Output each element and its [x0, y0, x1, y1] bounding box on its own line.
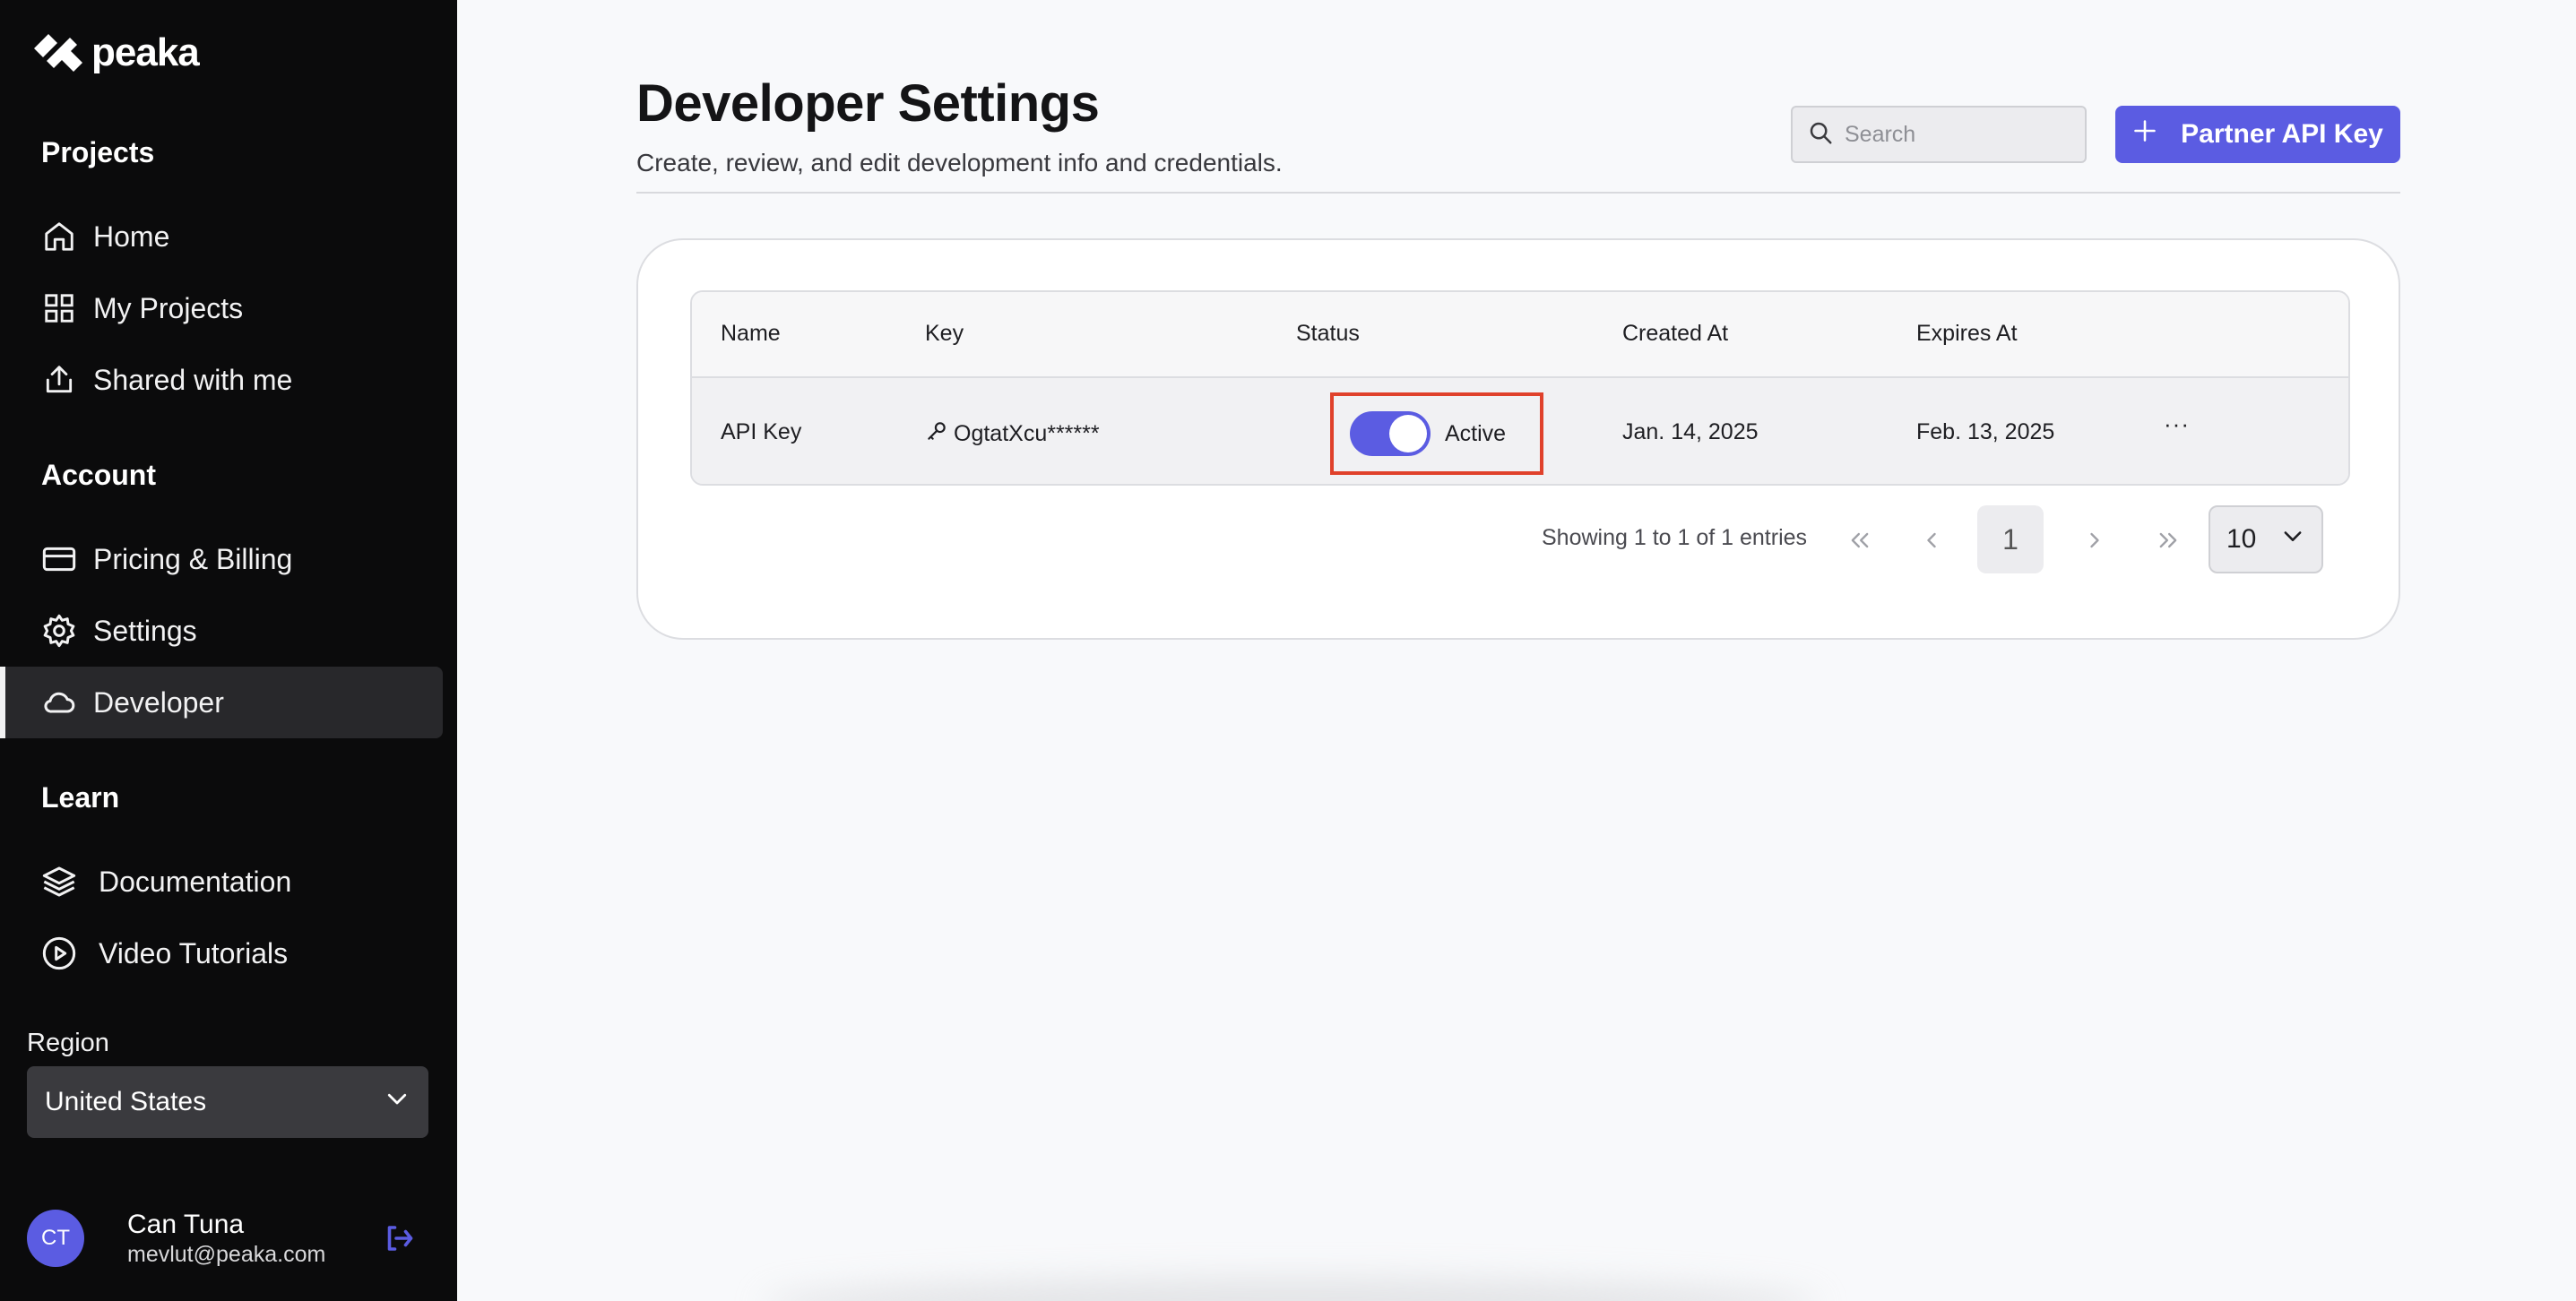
- page-title: Developer Settings: [636, 74, 1100, 133]
- key-icon: [925, 419, 948, 449]
- sidebar-item-label: Developer: [93, 685, 224, 719]
- sidebar-item-my-projects[interactable]: My Projects: [0, 272, 443, 344]
- brand-name: peaka: [91, 30, 200, 74]
- sidebar-item-home[interactable]: Home: [0, 201, 443, 272]
- cell-name: API Key: [721, 419, 802, 444]
- key-value: OgtatXcu******: [954, 421, 1100, 446]
- peaka-logo[interactable]: peaka: [30, 30, 200, 75]
- rows-per-page-select[interactable]: 10: [2209, 505, 2323, 573]
- section-title-learn: Learn: [41, 781, 120, 814]
- page-subtitle: Create, review, and edit development inf…: [636, 149, 1283, 177]
- cloud-icon: [41, 685, 77, 720]
- section-title-projects: Projects: [41, 136, 155, 168]
- column-header-created-at: Created At: [1622, 321, 1729, 346]
- sidebar-item-pricing-billing[interactable]: Pricing & Billing: [0, 523, 443, 595]
- sidebar: peaka Projects Home My Projects Shared w…: [0, 0, 457, 1301]
- chevron-down-icon: [384, 1085, 411, 1119]
- sidebar-item-documentation[interactable]: Documentation: [0, 846, 443, 918]
- partner-button-label: Partner API Key: [2181, 119, 2383, 149]
- header-divider: [636, 192, 2400, 194]
- gear-icon: [41, 613, 77, 649]
- play-circle-icon: [41, 935, 77, 971]
- sidebar-item-label: Pricing & Billing: [93, 542, 293, 575]
- row-actions-button[interactable]: ···: [2164, 410, 2190, 438]
- toggle-knob: [1389, 415, 1427, 452]
- column-header-expires-at: Expires At: [1916, 321, 2018, 346]
- sidebar-item-label: Shared with me: [93, 363, 293, 396]
- chevron-down-icon: [2280, 523, 2305, 556]
- sidebar-item-label: My Projects: [93, 291, 244, 324]
- status-toggle[interactable]: [1350, 411, 1431, 456]
- entries-summary: Showing 1 to 1 of 1 entries: [1542, 525, 1808, 550]
- sidebar-item-label: Home: [93, 220, 170, 253]
- region-select[interactable]: United States: [27, 1066, 428, 1138]
- next-page-icon[interactable]: [2079, 525, 2110, 556]
- cell-expires-at: Feb. 13, 2025: [1916, 419, 2055, 444]
- api-keys-card: Name Key Status Created At Expires At AP…: [636, 238, 2400, 640]
- table-row: API Key OgtatXcu****** Active Jan. 14, 2…: [692, 378, 2348, 484]
- sidebar-item-label: Settings: [93, 614, 197, 647]
- last-page-icon[interactable]: [2153, 525, 2183, 556]
- column-header-key: Key: [925, 321, 964, 346]
- rows-per-page-value: 10: [2226, 524, 2257, 554]
- plus-icon: [2132, 118, 2157, 151]
- sidebar-item-video-tutorials[interactable]: Video Tutorials: [0, 918, 443, 989]
- sidebar-item-label: Documentation: [99, 865, 292, 898]
- cell-key: OgtatXcu******: [925, 419, 1100, 449]
- avatar[interactable]: CT: [27, 1210, 84, 1267]
- sidebar-item-developer[interactable]: Developer: [0, 667, 443, 738]
- column-header-name: Name: [721, 321, 781, 346]
- peaka-logo-icon: [34, 34, 82, 72]
- user-name: Can Tuna: [127, 1210, 245, 1239]
- first-page-icon[interactable]: [1845, 525, 1875, 556]
- region-value: United States: [45, 1087, 207, 1116]
- layers-icon: [41, 864, 77, 900]
- section-title-account: Account: [41, 459, 156, 491]
- share-icon: [41, 362, 77, 398]
- cell-created-at: Jan. 14, 2025: [1622, 419, 1759, 444]
- add-partner-api-key-button[interactable]: Partner API Key: [2115, 106, 2400, 163]
- status-text: Active: [1445, 420, 1507, 446]
- search-icon: [1807, 119, 1834, 151]
- user-email: mevlut@peaka.com: [127, 1242, 326, 1267]
- search-input[interactable]: [1845, 121, 2069, 148]
- sidebar-item-shared-with-me[interactable]: Shared with me: [0, 344, 443, 416]
- sidebar-item-label: Video Tutorials: [99, 936, 289, 969]
- search-box[interactable]: [1791, 106, 2087, 163]
- home-icon: [41, 219, 77, 254]
- table-header: Name Key Status Created At Expires At: [692, 292, 2348, 378]
- page-number-button[interactable]: 1: [1977, 505, 2044, 573]
- credit-card-icon: [41, 541, 77, 577]
- grid-icon: [41, 290, 77, 326]
- bottom-shadow: [762, 1278, 1820, 1301]
- previous-page-icon[interactable]: [1916, 525, 1947, 556]
- column-header-status: Status: [1296, 321, 1360, 346]
- region-label: Region: [27, 1029, 109, 1057]
- status-cell-highlight: Active: [1330, 392, 1543, 475]
- logout-icon[interactable]: [382, 1222, 416, 1254]
- api-keys-table: Name Key Status Created At Expires At AP…: [690, 290, 2350, 486]
- sidebar-item-settings[interactable]: Settings: [0, 595, 443, 667]
